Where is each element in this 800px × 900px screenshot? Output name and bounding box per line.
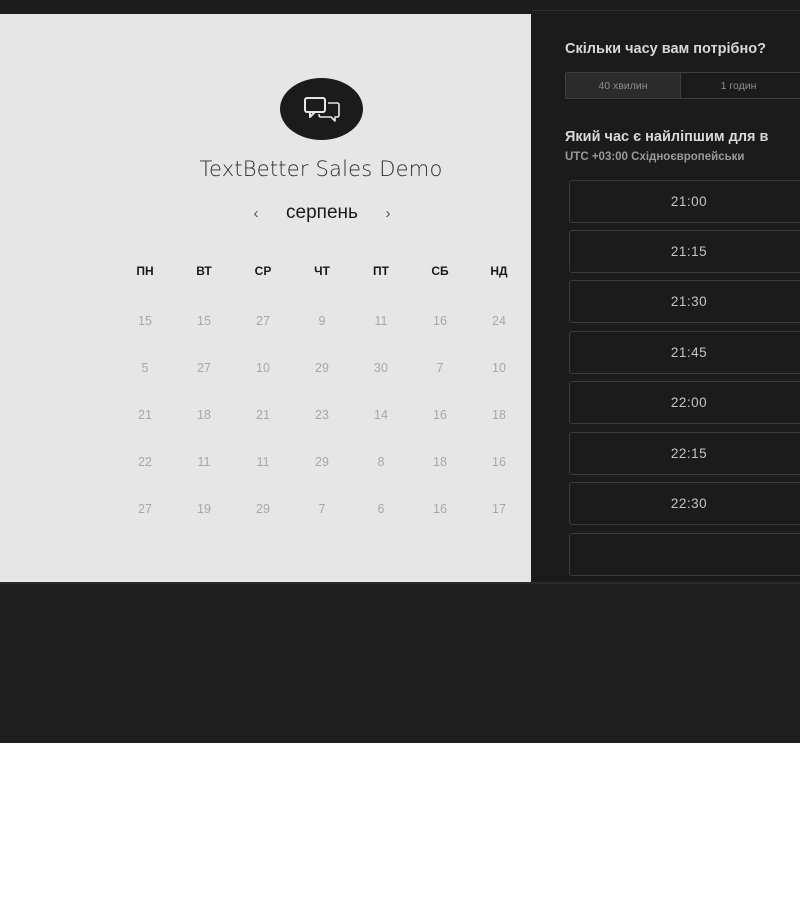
day-cell: 16 [492,455,506,469]
day-cell: 15 [197,314,211,328]
month-label: серпень [286,202,358,223]
duration-selector: 40 хвилин 1 годин [565,72,800,99]
timezone-label[interactable]: UTC +03:00 Східноєвропейськи [565,151,745,163]
day-cell: 16 [433,314,447,328]
day-cell: 29 [315,361,329,375]
calendar-panel: TextBetter Sales Demo ‹ серпень › ПН ВТ … [0,14,531,582]
time-slot-label: 21:15 [670,244,708,259]
day-cell: 10 [492,361,506,375]
day-cell: 16 [433,502,447,516]
weekday-label: ПТ [373,264,389,278]
footer-divider [0,582,800,584]
day-cell: 27 [197,361,211,375]
time-slot-button[interactable]: 21:30 [569,280,800,323]
day-cell: 22 [138,455,152,469]
time-slot-label: 22:15 [670,446,708,461]
weekday-label: ЧТ [314,264,330,278]
duration-option-40min[interactable]: 40 хвилин [566,73,681,98]
day-cell: 9 [318,314,326,328]
time-question: Який час є найліпшим для в [565,129,769,145]
footer-band [0,582,800,743]
top-bar [0,0,800,14]
booking-panel: Скільки часу вам потрібно? 40 хвилин 1 г… [531,14,800,582]
day-cell: 27 [138,502,152,516]
time-slot-button[interactable]: 21:00 [569,180,800,223]
weekday-header: ПН ВТ СР ЧТ ПТ СБ НД [115,264,533,284]
day-cell: 17 [492,502,506,516]
chat-bubbles-icon [280,78,363,140]
day-cell: 16 [433,408,447,422]
day-cell: 30 [374,361,388,375]
day-cell: 23 [315,408,329,422]
day-cell: 24 [492,314,506,328]
day-cell: 21 [256,408,270,422]
time-slot-button[interactable]: 22:15 [569,432,800,475]
time-slot-label: 21:45 [670,345,708,360]
time-slot-button[interactable]: 21:45 [569,331,800,374]
day-cell: 5 [141,361,149,375]
time-slot-label: 22:30 [670,496,708,511]
day-cell: 11 [197,455,211,469]
day-cell: 6 [377,502,385,516]
day-cell: 7 [318,502,326,516]
day-cell: 11 [374,314,388,328]
day-cell: 7 [436,361,444,375]
time-slot-label: 21:30 [670,294,708,309]
day-cell: 18 [433,455,447,469]
weekday-label: ПН [136,264,154,278]
prev-month-button[interactable]: ‹ [248,205,264,222]
time-slot-label: 21:00 [670,194,708,209]
day-cell: 29 [315,455,329,469]
day-cell: 18 [197,408,211,422]
top-bar-divider [532,10,800,11]
weekday-label: СБ [431,264,449,278]
day-cell: 19 [197,502,211,516]
duration-question: Скільки часу вам потрібно? [565,41,766,57]
day-cell: 21 [138,408,152,422]
day-cell: 29 [256,502,270,516]
time-slot-button[interactable]: 22:30 [569,482,800,525]
day-cell: 15 [138,314,152,328]
days-grid: 15 15 27 9 11 16 24 5 27 10 29 30 7 10 2… [115,314,533,544]
time-slot-button[interactable]: 21:15 [569,230,800,273]
day-cell: 11 [256,455,270,469]
month-navigation: ‹ серпень › [248,200,396,226]
time-slot-label: 22:00 [670,395,708,410]
next-month-button[interactable]: › [380,205,396,222]
day-cell: 10 [256,361,270,375]
day-cell: 18 [492,408,506,422]
duration-option-1hour[interactable]: 1 годин [681,73,796,98]
day-cell: 8 [377,455,385,469]
weekday-label: СР [254,264,272,278]
day-cell: 27 [256,314,270,328]
time-slot-button-partial[interactable] [569,533,800,576]
weekday-label: ВТ [196,264,212,278]
day-cell: 14 [374,408,388,422]
time-slot-button[interactable]: 22:00 [569,381,800,424]
weekday-label: НД [490,264,508,278]
